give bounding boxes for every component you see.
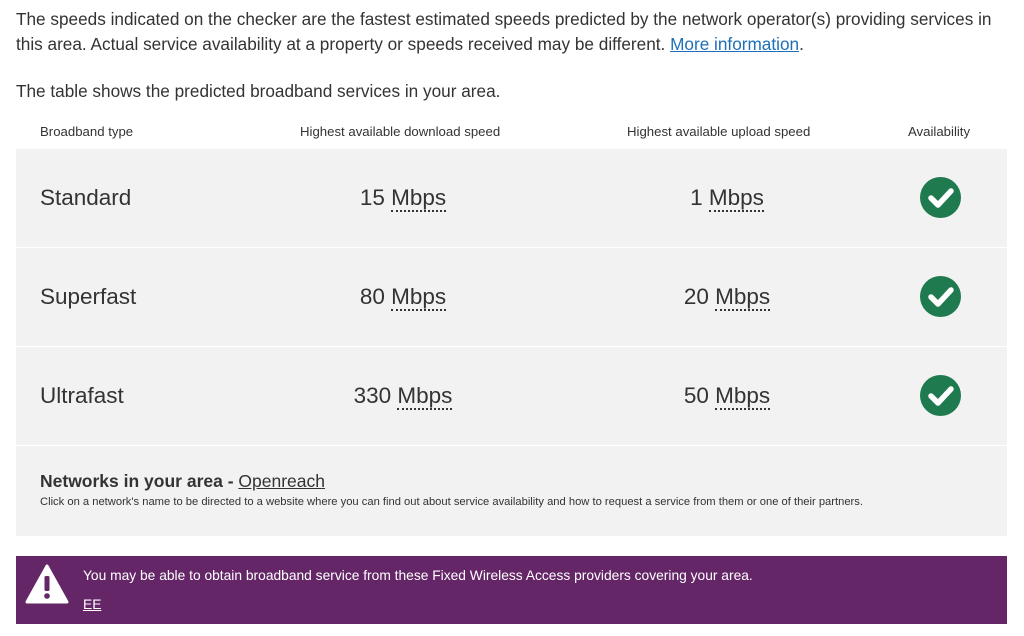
networks-heading: Networks in your area -	[40, 471, 239, 491]
table-row: Ultrafast 330 Mbps 50 Mbps	[16, 347, 1007, 445]
upload-speed-value: 1	[690, 185, 703, 210]
broadband-type-cell: Standard	[40, 185, 132, 210]
upload-speed-cell: 1 Mbps	[627, 149, 827, 247]
check-circle-icon	[920, 375, 961, 416]
header-upload: Highest available upload speed	[627, 124, 811, 139]
check-circle-icon	[920, 276, 961, 317]
upload-speed-unit[interactable]: Mbps	[715, 383, 771, 410]
fwa-message: You may be able to obtain broadband serv…	[83, 568, 753, 583]
intro-text: The speeds indicated on the checker are …	[16, 7, 1011, 57]
header-broadband-type: Broadband type	[40, 124, 134, 139]
network-link-openreach[interactable]: Openreach	[238, 471, 325, 491]
upload-speed-value: 50	[683, 383, 709, 408]
header-download: Highest available download speed	[300, 124, 501, 139]
table-row: Standard 15 Mbps 1 Mbps	[16, 149, 1007, 247]
broadband-type-cell: Superfast	[40, 284, 137, 309]
upload-speed-unit[interactable]: Mbps	[708, 185, 764, 212]
download-speed-cell: 15 Mbps	[303, 149, 503, 247]
networks-panel: Networks in your area - Openreach Click …	[16, 446, 1007, 536]
intro-suffix: .	[799, 34, 804, 54]
check-circle-icon	[920, 177, 961, 218]
download-speed-cell: 80 Mbps	[303, 248, 503, 346]
table-lead: The table shows the predicted broadband …	[16, 81, 501, 101]
upload-speed-unit[interactable]: Mbps	[715, 284, 771, 311]
networks-title: Networks in your area - Openreach	[40, 471, 325, 492]
download-speed-value: 330	[353, 383, 392, 408]
upload-speed-cell: 50 Mbps	[627, 347, 827, 445]
table-header: Broadband type Highest available downloa…	[16, 118, 1007, 148]
fwa-provider-link-ee[interactable]: EE	[83, 597, 101, 612]
download-speed-cell: 330 Mbps	[303, 347, 503, 445]
download-speed-unit[interactable]: Mbps	[391, 284, 447, 311]
upload-speed-cell: 20 Mbps	[627, 248, 827, 346]
warning-icon	[25, 564, 69, 604]
fwa-notice: You may be able to obtain broadband serv…	[16, 556, 1007, 624]
header-availability: Availability	[908, 124, 971, 139]
more-information-link[interactable]: More information	[670, 34, 799, 54]
broadband-type-cell: Ultrafast	[40, 383, 124, 408]
download-speed-unit[interactable]: Mbps	[391, 185, 447, 212]
download-speed-value: 15	[359, 185, 385, 210]
download-speed-value: 80	[359, 284, 385, 309]
intro-body: The speeds indicated on the checker are …	[16, 9, 992, 54]
networks-note: Click on a network's name to be directed…	[40, 496, 863, 508]
upload-speed-value: 20	[683, 284, 709, 309]
table-row: Superfast 80 Mbps 20 Mbps	[16, 248, 1007, 346]
download-speed-unit[interactable]: Mbps	[397, 383, 453, 410]
